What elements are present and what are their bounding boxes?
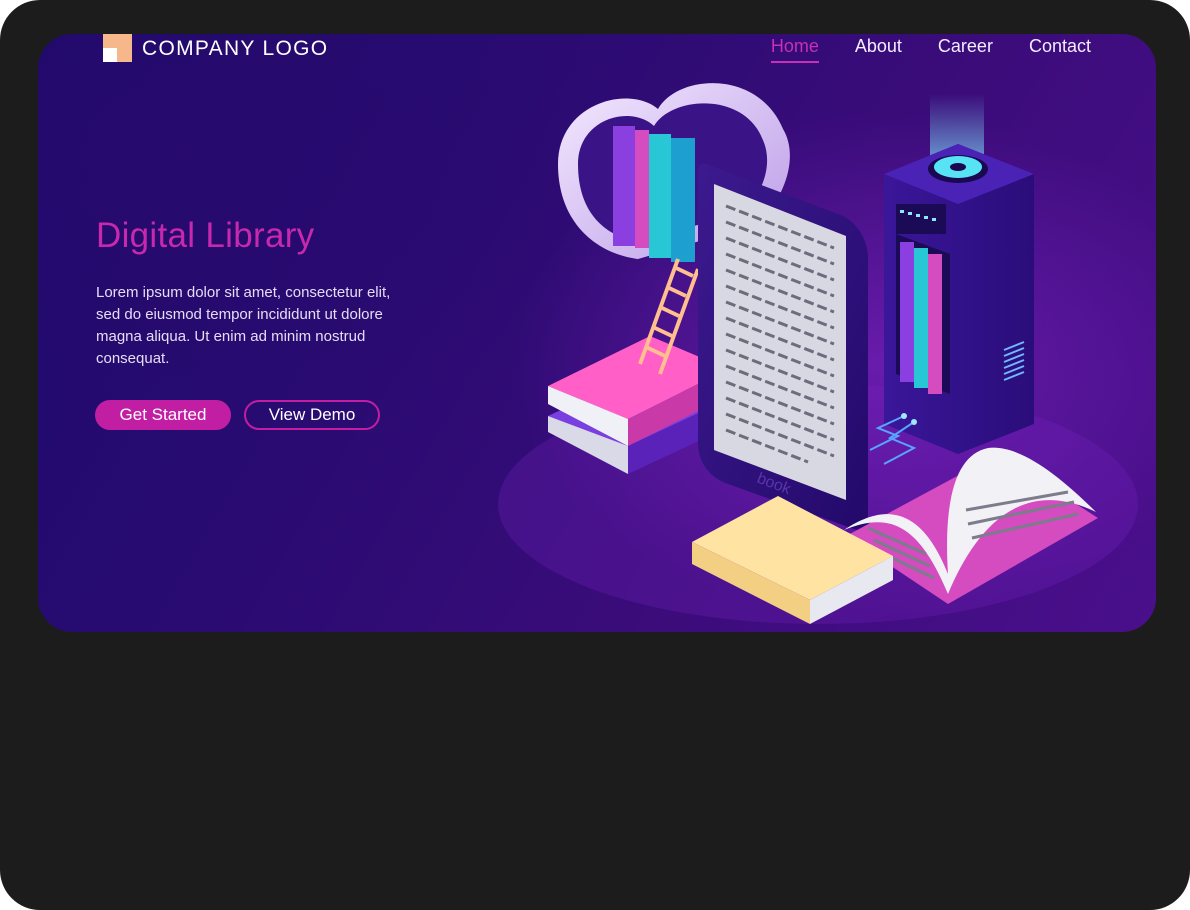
landing-page-screen: book COMPANY LOGO Home About Career Cont… xyxy=(38,34,1156,632)
fan-icon xyxy=(934,156,982,178)
server-icon xyxy=(869,94,1034,465)
device-frame: book COMPANY LOGO Home About Career Cont… xyxy=(0,0,1190,910)
nav-career-link[interactable]: Career xyxy=(938,36,993,63)
logo-mark-icon xyxy=(103,34,132,62)
nav-contact-link[interactable]: Contact xyxy=(1029,36,1091,63)
nav-home-link[interactable]: Home xyxy=(770,36,819,63)
ereader-icon: book xyxy=(698,163,868,534)
get-started-button[interactable]: Get Started xyxy=(95,400,231,430)
hero-title: Digital Library xyxy=(96,216,315,255)
main-navigation: Home About Career Contact xyxy=(770,36,1091,63)
logo-text: COMPANY LOGO xyxy=(142,37,329,60)
hero-description: Lorem ipsum dolor sit amet, consectetur … xyxy=(96,284,391,367)
nav-about-link[interactable]: About xyxy=(855,36,902,63)
view-demo-button[interactable]: View Demo xyxy=(244,400,380,430)
company-logo[interactable]: COMPANY LOGO xyxy=(103,34,328,62)
